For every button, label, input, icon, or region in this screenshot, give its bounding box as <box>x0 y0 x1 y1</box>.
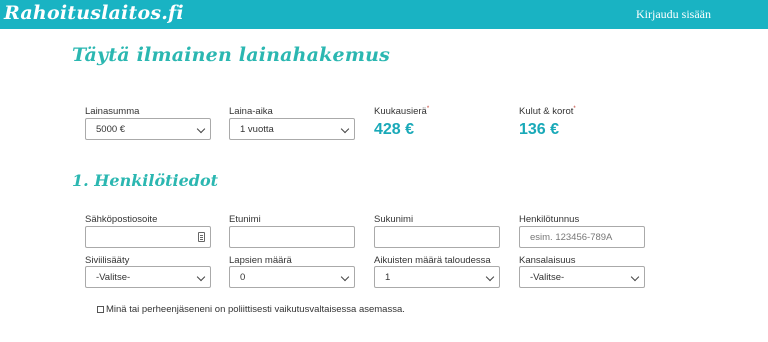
loan-amount-label: Lainasumma <box>85 106 140 117</box>
ssn-label: Henkilötunnus <box>519 214 580 225</box>
chevron-down-icon <box>196 272 206 282</box>
monthly-payment-value: 428 € <box>374 121 415 138</box>
marital-status-select[interactable]: -Valitse- <box>85 266 211 288</box>
children-count-label: Lapsien määrä <box>229 255 292 266</box>
footnote-mark: * <box>426 106 430 112</box>
chevron-down-icon <box>340 272 350 282</box>
pep-checkbox-label[interactable]: Minä tai perheenjäseneni on poliittisest… <box>106 304 405 315</box>
pep-checkbox[interactable] <box>97 306 104 313</box>
firstname-field[interactable] <box>229 226 355 248</box>
email-label: Sähköpostiosoite <box>85 214 158 225</box>
site-logo[interactable]: Rahoituslaitos.fi <box>4 2 184 24</box>
page-title: Täytä ilmainen lainahakemus <box>72 44 391 66</box>
login-link[interactable]: Kirjaudu sisään <box>636 7 711 22</box>
loan-term-label: Laina-aika <box>229 106 273 117</box>
chevron-down-icon <box>630 272 640 282</box>
loan-term-value: 1 vuotta <box>240 124 274 135</box>
adults-count-select[interactable]: 1 <box>374 266 500 288</box>
section-title-personal-info: 1. Henkilötiedot <box>72 171 219 190</box>
email-field[interactable] <box>85 226 211 248</box>
loan-amount-value: 5000 € <box>96 124 126 135</box>
chevron-down-icon <box>340 124 350 134</box>
top-bar: Rahoituslaitos.fi Kirjaudu sisään <box>0 0 768 29</box>
citizenship-value: -Valitse- <box>530 272 565 283</box>
costs-label: Kulut & korot* <box>519 106 576 118</box>
citizenship-select[interactable]: -Valitse- <box>519 266 645 288</box>
citizenship-label: Kansalaisuus <box>519 255 576 266</box>
firstname-label: Etunimi <box>229 214 261 225</box>
ssn-field[interactable]: esim. 123456-789A <box>519 226 645 248</box>
chevron-down-icon <box>485 272 495 282</box>
marital-status-label: Siviilisääty <box>85 255 130 266</box>
costs-value: 136 € <box>519 121 560 138</box>
monthly-payment-label: Kuukausierä* <box>374 106 430 118</box>
chevron-down-icon <box>196 124 206 134</box>
children-count-select[interactable]: 0 <box>229 266 355 288</box>
adults-count-value: 1 <box>385 272 391 283</box>
marital-status-value: -Valitse- <box>96 272 131 283</box>
children-count-value: 0 <box>240 272 246 283</box>
loan-amount-select[interactable]: 5000 € <box>85 118 211 140</box>
loan-term-select[interactable]: 1 vuotta <box>229 118 355 140</box>
footnote-mark: * <box>573 106 576 112</box>
lastname-field[interactable] <box>374 226 500 248</box>
ssn-placeholder: esim. 123456-789A <box>530 232 613 243</box>
autofill-icon[interactable] <box>198 232 205 242</box>
lastname-label: Sukunimi <box>374 214 414 225</box>
adults-count-label: Aikuisten määrä taloudessa <box>374 255 491 266</box>
